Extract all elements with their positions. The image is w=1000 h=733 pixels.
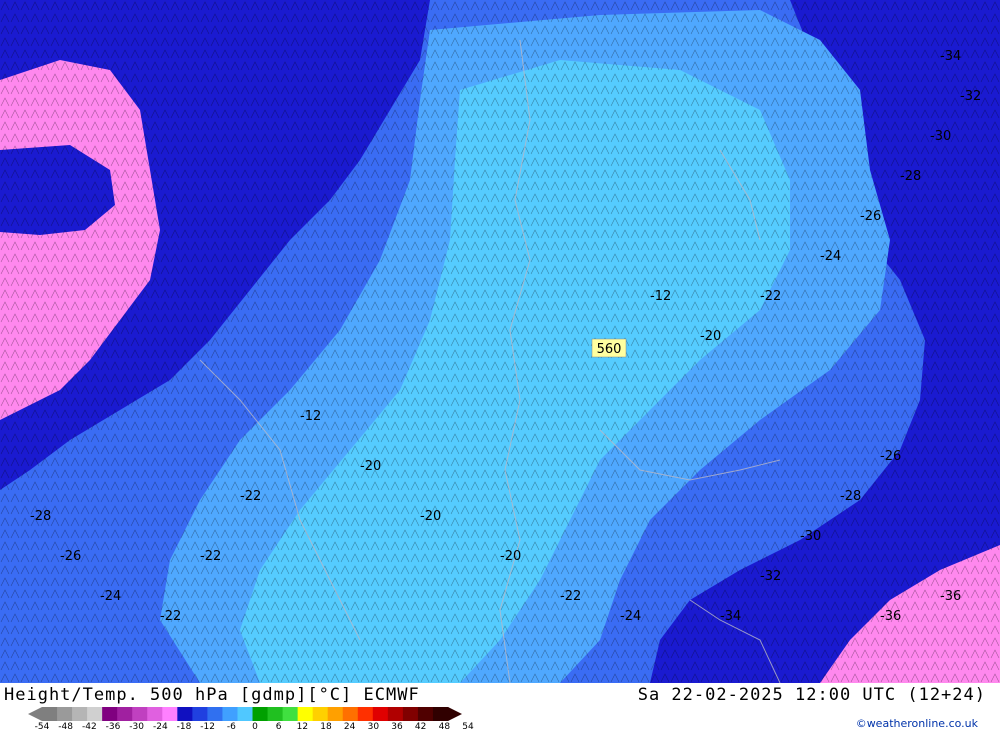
colorbar-cell <box>267 707 284 721</box>
colorbar-cell <box>207 707 223 721</box>
colorbar-cell <box>327 707 344 721</box>
temperature-contour-label: -24 <box>820 249 841 264</box>
temperature-contour-label: -24 <box>620 609 641 624</box>
colorbar-cell <box>402 707 419 721</box>
colorbar-arrow-left <box>28 707 42 721</box>
temperature-contour-label: -32 <box>960 89 981 104</box>
colorbar <box>28 707 462 721</box>
weather-map: -12 -20 -20 -20 -22 -24 -22 -22 -22 -24 -26 -28 -12 -… <box>0 0 1000 684</box>
colorbar-cell <box>312 707 329 721</box>
temperature-contour-label: -20 <box>360 459 381 474</box>
colorbar-tick-label: -12 <box>200 722 216 732</box>
colorbar-tick-label: 0 <box>252 722 258 732</box>
temperature-contour-label: -20 <box>500 549 521 564</box>
colorbar-cell <box>87 707 103 721</box>
colorbar-cell <box>357 707 374 721</box>
temperature-contour-label: -32 <box>760 569 781 584</box>
temperature-contour-label: -20 <box>420 509 441 524</box>
colorbar-cell <box>387 707 404 721</box>
colorbar-cell <box>162 707 178 721</box>
colorbar-cell <box>72 707 88 721</box>
temperature-contour-label: -30 <box>930 129 951 144</box>
contour-texture <box>0 0 1000 683</box>
colorbar-tick-label: -30 <box>129 722 145 732</box>
map-canvas: -12 -20 -20 -20 -22 -24 -22 -22 -22 -24 -26 -28 -12 -… <box>0 0 1000 684</box>
colorbar-cell <box>132 707 148 721</box>
footer: Height/Temp. 500 hPa [gdmp][°C] ECMWF Sa… <box>0 683 1000 733</box>
temperature-contour-label: -28 <box>30 509 51 524</box>
colorbar-arrow-right <box>448 707 462 721</box>
temperature-contour-label: -26 <box>60 549 81 564</box>
colorbar-tick-label: -48 <box>58 722 74 732</box>
temperature-contour-label: -26 <box>860 209 881 224</box>
temperature-contour-label: -24 <box>100 589 121 604</box>
temperature-contour-label: -22 <box>160 609 181 624</box>
temperature-contour-label: -34 <box>720 609 741 624</box>
temperature-contour-label: -22 <box>760 289 781 304</box>
colorbar-tick-label: 48 <box>438 722 451 732</box>
colorbar-ticks: -54 -48 -42 -36 -30 -24 -18 -12 -6 0 6 12 18 24 30 36 42… <box>30 722 474 733</box>
colorbar-cell <box>147 707 163 721</box>
temperature-contour-label: -12 <box>650 289 671 304</box>
colorbar-cell <box>102 707 118 721</box>
colorbar-tick-label: -42 <box>81 722 97 732</box>
colorbar-cell <box>252 707 269 721</box>
temperature-contour-label: -36 <box>880 609 901 624</box>
temperature-contour-label: -22 <box>200 549 221 564</box>
colorbar-tick-label: -54 <box>34 722 50 732</box>
temperature-contour-label: -28 <box>900 169 921 184</box>
colorbar-tick-label: 36 <box>391 722 403 732</box>
colorbar-tick-label: -18 <box>176 722 192 732</box>
colorbar-cell <box>282 707 299 721</box>
colorbar-tick-label: 6 <box>275 722 282 732</box>
temperature-contour-label: -20 <box>700 329 721 344</box>
colorbar-tick-label: 30 <box>367 722 380 732</box>
temperature-contour-label: -12 <box>300 409 321 424</box>
temperature-contour-label: -26 <box>880 449 901 464</box>
colorbar-tick-label: -24 <box>152 722 168 732</box>
colorbar-tick-label: 18 <box>320 722 332 732</box>
colorbar-tick-label: 24 <box>343 722 356 732</box>
colorbar-cell <box>372 707 389 721</box>
temperature-contour-label: -34 <box>940 49 961 64</box>
colorbar-tick-label: 54 <box>462 722 474 732</box>
colorbar-cell <box>117 707 133 721</box>
temperature-contour-label: -22 <box>240 489 261 504</box>
map-datetime: Sa 22-02-2025 12:00 UTC (12+24) <box>637 685 986 705</box>
colorbar-cell <box>177 707 193 721</box>
colorbar-cell <box>297 707 314 721</box>
colorbar-cell <box>222 707 238 721</box>
colorbar-cell <box>237 707 254 721</box>
colorbar-cell <box>42 707 58 721</box>
colorbar-cell <box>192 707 208 721</box>
height-label-text: 560 <box>597 342 622 357</box>
credit-link[interactable]: ©weatheronline.co.uk <box>856 717 978 730</box>
map-title: Height/Temp. 500 hPa [gdmp][°C] ECMWF <box>4 685 420 705</box>
colorbar-cell <box>432 707 449 721</box>
temperature-contour-label: -22 <box>560 589 581 604</box>
colorbar-tick-label: -6 <box>226 722 236 732</box>
temperature-contour-label: -28 <box>840 489 861 504</box>
colorbar-tick-label: 42 <box>414 722 427 732</box>
colorbar-tick-label: -36 <box>105 722 121 732</box>
height-label: 560 <box>591 338 627 358</box>
colorbar-cell <box>57 707 73 721</box>
colorbar-cell <box>342 707 359 721</box>
temperature-contour-label: -36 <box>940 589 961 604</box>
colorbar-cell <box>417 707 434 721</box>
colorbar-tick-label: 12 <box>296 722 309 732</box>
temperature-contour-label: -30 <box>800 529 821 544</box>
